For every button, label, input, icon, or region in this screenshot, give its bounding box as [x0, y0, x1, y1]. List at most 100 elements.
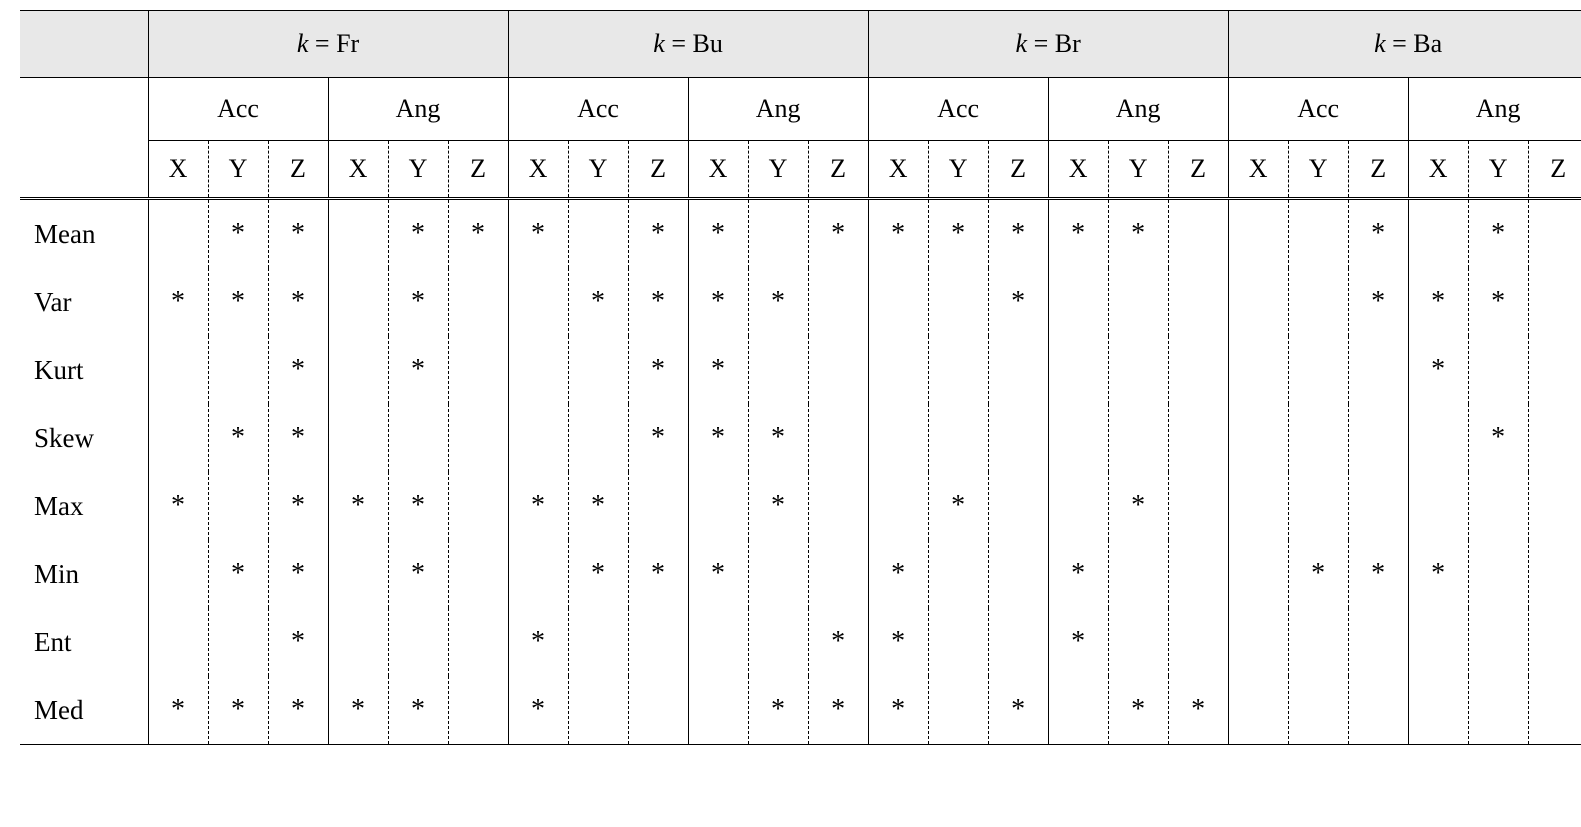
- data-cell: *: [388, 268, 448, 336]
- mark-icon: *: [651, 354, 665, 385]
- mark-icon: *: [351, 490, 365, 521]
- header-axis: Y: [1108, 141, 1168, 199]
- header-axis: Y: [928, 141, 988, 199]
- data-cell: *: [268, 676, 328, 745]
- mark-icon: *: [711, 354, 725, 385]
- header-sub-group: Acc: [1228, 78, 1408, 141]
- data-cell: [448, 268, 508, 336]
- data-cell: *: [748, 404, 808, 472]
- data-cell: [448, 336, 508, 404]
- data-cell: *: [388, 336, 448, 404]
- mark-icon: *: [1011, 694, 1025, 725]
- data-cell: *: [208, 540, 268, 608]
- mark-icon: *: [291, 286, 305, 317]
- data-cell: *: [1108, 472, 1168, 540]
- header-axis: X: [148, 141, 208, 199]
- data-cell: [568, 336, 628, 404]
- data-cell: [1468, 608, 1528, 676]
- data-cell: [868, 336, 928, 404]
- mark-icon: *: [771, 286, 785, 317]
- data-cell: *: [928, 199, 988, 269]
- mark-icon: *: [891, 694, 905, 725]
- data-cell: [1108, 540, 1168, 608]
- data-cell: [1468, 676, 1528, 745]
- data-cell: *: [928, 472, 988, 540]
- mark-icon: *: [1131, 694, 1145, 725]
- data-cell: *: [808, 608, 868, 676]
- mark-icon: *: [1011, 286, 1025, 317]
- mark-icon: *: [711, 558, 725, 589]
- data-cell: *: [808, 199, 868, 269]
- mark-icon: *: [291, 694, 305, 725]
- data-cell: [1348, 676, 1408, 745]
- data-cell: *: [268, 268, 328, 336]
- mark-icon: *: [651, 558, 665, 589]
- data-cell: [1528, 336, 1581, 404]
- data-cell: [328, 199, 388, 269]
- data-cell: *: [148, 676, 208, 745]
- data-cell: [688, 472, 748, 540]
- data-cell: *: [628, 540, 688, 608]
- mark-icon: *: [771, 422, 785, 453]
- mark-icon: *: [891, 218, 905, 249]
- data-cell: [448, 608, 508, 676]
- header-sub-group: Ang: [1408, 78, 1581, 141]
- mark-icon: *: [291, 490, 305, 521]
- data-cell: *: [328, 472, 388, 540]
- mark-icon: *: [1071, 218, 1085, 249]
- data-cell: [1048, 268, 1108, 336]
- data-cell: [448, 676, 508, 745]
- data-cell: [1108, 404, 1168, 472]
- data-cell: [388, 608, 448, 676]
- header-axis: Y: [1468, 141, 1528, 199]
- data-cell: *: [568, 268, 628, 336]
- mark-icon: *: [531, 218, 545, 249]
- mark-icon: *: [771, 694, 785, 725]
- header-axis: Z: [1348, 141, 1408, 199]
- data-cell: [448, 404, 508, 472]
- data-cell: [1348, 404, 1408, 472]
- mark-icon: *: [1191, 694, 1205, 725]
- mark-icon: *: [1491, 218, 1505, 249]
- mark-icon: *: [891, 558, 905, 589]
- data-cell: [328, 268, 388, 336]
- mark-icon: *: [771, 490, 785, 521]
- header-axis: X: [1228, 141, 1288, 199]
- header-k-group: k = Ba: [1228, 11, 1581, 78]
- mark-icon: *: [831, 694, 845, 725]
- mark-icon: *: [531, 626, 545, 657]
- data-cell: *: [268, 608, 328, 676]
- data-cell: [988, 404, 1048, 472]
- data-cell: [1228, 268, 1288, 336]
- data-cell: [568, 404, 628, 472]
- header-axis: Y: [388, 141, 448, 199]
- header-axis: Z: [988, 141, 1048, 199]
- data-cell: [448, 540, 508, 608]
- data-cell: [1228, 199, 1288, 269]
- data-cell: *: [1468, 404, 1528, 472]
- data-cell: *: [448, 199, 508, 269]
- data-cell: *: [568, 540, 628, 608]
- mark-icon: *: [1491, 422, 1505, 453]
- mark-icon: *: [1371, 286, 1385, 317]
- data-cell: *: [208, 199, 268, 269]
- data-cell: [928, 404, 988, 472]
- mark-icon: *: [231, 286, 245, 317]
- data-cell: [1528, 472, 1581, 540]
- data-cell: *: [1048, 199, 1108, 269]
- data-cell: [1228, 540, 1288, 608]
- data-cell: [1108, 336, 1168, 404]
- header-axis: X: [328, 141, 388, 199]
- data-cell: [928, 608, 988, 676]
- mark-icon: *: [411, 694, 425, 725]
- data-cell: *: [868, 540, 928, 608]
- data-cell: [928, 540, 988, 608]
- data-cell: [1228, 336, 1288, 404]
- data-cell: [448, 472, 508, 540]
- data-cell: [628, 472, 688, 540]
- header-axis: Y: [1288, 141, 1348, 199]
- header-sub-group: Ang: [1048, 78, 1228, 141]
- data-cell: [328, 404, 388, 472]
- mark-icon: *: [1431, 354, 1445, 385]
- data-cell: *: [268, 199, 328, 269]
